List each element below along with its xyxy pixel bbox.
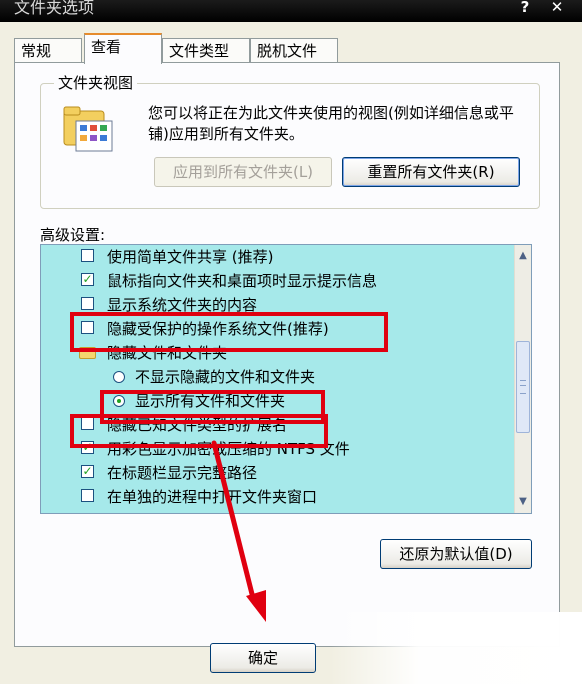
restore-defaults-button[interactable]: 还原为默认值(D) [380, 539, 532, 569]
reset-all-folders-button[interactable]: 重置所有文件夹(R) [342, 157, 520, 187]
title-bar: 文件夹选项 ? ✕ [0, 0, 582, 22]
checkbox-checked[interactable]: ✓ [81, 465, 94, 478]
scrollbar[interactable]: ▲ ▼ [514, 245, 531, 513]
ok-button[interactable]: 确定 [210, 643, 316, 673]
scrollbar-thumb[interactable] [516, 341, 530, 433]
folder-views-title: 文件夹视图 [54, 74, 138, 92]
grip-icon [520, 380, 526, 394]
checkbox-checked[interactable]: ✓ [81, 273, 94, 286]
close-icon[interactable]: ✕ [546, 0, 568, 16]
folder-view-icon [63, 106, 113, 152]
tab-view[interactable]: 查看 [84, 33, 162, 64]
checkbox[interactable] [81, 489, 94, 502]
radio-button[interactable] [113, 371, 125, 383]
apply-to-all-folders-button[interactable]: 应用到所有文件夹(L) [154, 157, 332, 187]
annotation-highlight-known-extensions [70, 414, 328, 448]
window-title: 文件夹选项 [14, 0, 95, 17]
tab-offline-files[interactable]: 脱机文件 [250, 38, 338, 62]
tab-general[interactable]: 常规 [14, 38, 82, 62]
tab-file-types[interactable]: 文件类型 [162, 38, 250, 62]
advanced-settings-list[interactable]: 使用简单文件共享 (推荐) ✓ 鼠标指向文件夹和桌面项时显示提示信息 显示系统文… [40, 244, 532, 514]
checkbox[interactable] [81, 297, 94, 310]
checkbox[interactable] [81, 249, 94, 262]
annotation-highlight-protected-files [70, 312, 388, 352]
advanced-settings-label: 高级设置: [40, 226, 106, 244]
folder-views-description: 您可以将正在为此文件夹使用的视图(例如详细信息或平铺)应用到所有文件夹。 [148, 104, 514, 143]
scroll-up-icon[interactable]: ▲ [515, 247, 531, 264]
scroll-down-icon[interactable]: ▼ [515, 493, 531, 510]
help-icon[interactable]: ? [514, 0, 536, 16]
watermark [330, 612, 582, 684]
